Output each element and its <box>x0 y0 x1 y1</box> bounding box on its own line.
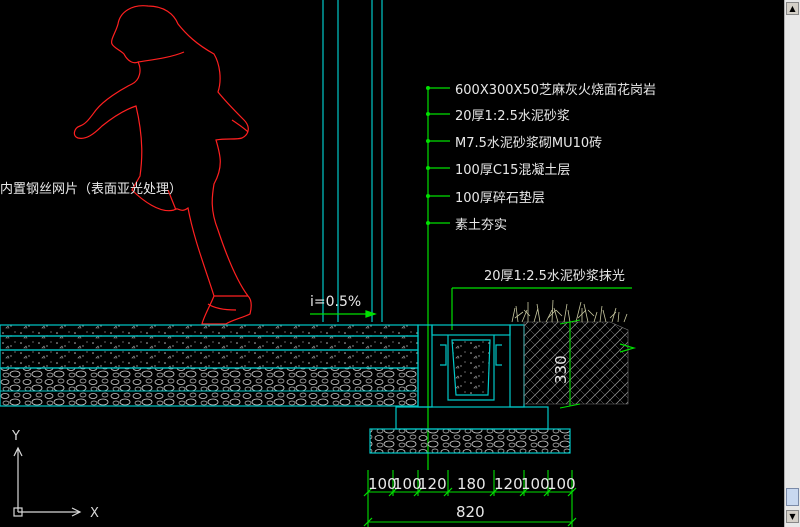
scroll-up-arrow-icon[interactable]: ▲ <box>786 2 799 15</box>
pavement-section <box>0 324 419 407</box>
scroll-down-arrow-icon[interactable]: ▼ <box>786 510 799 523</box>
slope-arrow <box>310 310 377 318</box>
dim-segment-6: 100 <box>521 475 550 493</box>
ucs-x-label: X <box>90 506 99 521</box>
left-note-text: 内置钢丝网片（表面亚光处理） <box>0 181 182 197</box>
scrollbar-thumb[interactable] <box>786 488 799 506</box>
layer-label-1: 600X300X50芝麻灰火烧面花岗岩 <box>455 82 656 98</box>
layer-label-3: M7.5水泥砂浆砌MU10砖 <box>455 136 602 151</box>
dim-segment-7: 100 <box>547 475 576 493</box>
slope-label: i=0.5% <box>310 294 361 310</box>
layer-label-4: 100厚C15混凝土层 <box>455 162 570 178</box>
layer-label-6: 素土夯实 <box>455 218 507 233</box>
height-dimension-label: 330 <box>552 355 570 384</box>
grass-tufts <box>511 299 628 323</box>
vertical-scrollbar[interactable]: ▲ ▼ <box>784 0 800 527</box>
layer-label-5: 100厚碎石垫层 <box>455 190 545 206</box>
layer-label-2: 20厚1:2.5水泥砂浆 <box>455 109 570 124</box>
ucs-y-label: Y <box>11 429 20 444</box>
soil-bank <box>523 321 637 405</box>
walking-person-figure <box>73 5 252 325</box>
dim-segment-3: 120 <box>418 475 447 493</box>
cad-drawing-canvas[interactable]: 内置钢丝网片（表面亚光处理） 600X300X50芝麻灰火烧面花岗岩 20厚1:… <box>0 0 800 527</box>
dim-segment-4: 180 <box>457 475 486 493</box>
dim-total: 820 <box>456 503 485 521</box>
dim-segment-5: 120 <box>494 475 523 493</box>
wall-outline <box>322 0 383 322</box>
finish-label: 20厚1:2.5水泥砂浆抹光 <box>484 269 625 284</box>
ucs-icon <box>13 446 82 517</box>
